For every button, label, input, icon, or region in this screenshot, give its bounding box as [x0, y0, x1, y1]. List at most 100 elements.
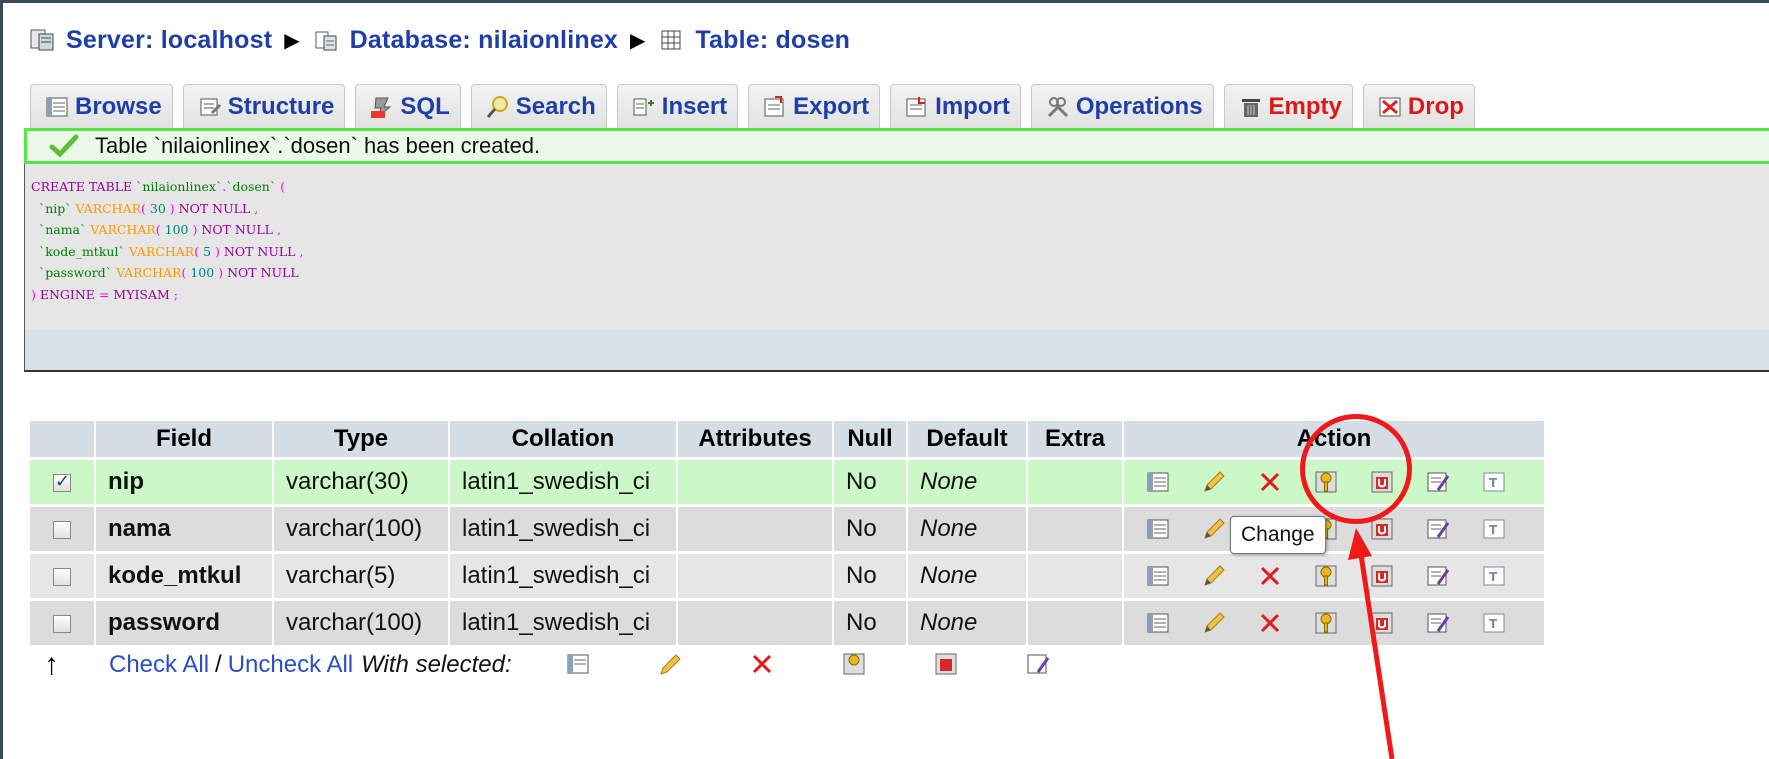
field-default: None	[908, 507, 1026, 551]
sql-token: ,	[254, 200, 259, 216]
tab-label: Import	[935, 92, 1010, 120]
unique-icon[interactable]	[1354, 556, 1410, 596]
sql-query-box: CREATE TABLE `nilaionlinex`.`dosen` ( `n…	[24, 164, 1769, 372]
tab-browse[interactable]: Browse	[30, 84, 173, 128]
arrow-up-icon: ↑	[44, 648, 59, 681]
delete-x-icon[interactable]	[1242, 603, 1298, 643]
fulltext-icon[interactable]: T	[1466, 509, 1522, 549]
annotation-circle	[1300, 414, 1412, 524]
sql-token: VARCHAR	[90, 222, 156, 237]
field-collation: latin1_swedish_ci	[450, 601, 676, 645]
field-null: No	[834, 460, 906, 504]
fulltext-icon[interactable]: T	[1466, 556, 1522, 596]
field-null: No	[834, 507, 906, 551]
index-icon[interactable]	[1410, 556, 1466, 596]
svg-text:T: T	[1489, 617, 1498, 631]
browse-distinct-icon[interactable]	[1130, 462, 1186, 502]
sql-token: 100	[164, 222, 189, 237]
sql-token: (	[181, 265, 187, 280]
index-icon[interactable]	[1410, 509, 1466, 549]
svg-text:T: T	[1489, 476, 1498, 490]
tab-structure[interactable]: Structure	[182, 84, 346, 128]
tab-label: Structure	[227, 92, 335, 120]
edit-pencil-icon[interactable]	[1186, 462, 1242, 502]
tab-export[interactable]: Export	[748, 84, 881, 128]
notice-message: Table `nilaionlinex`.`dosen` has been cr…	[95, 133, 541, 158]
field-extra	[1028, 554, 1122, 598]
sql-token: =	[98, 286, 110, 302]
header-null: Null	[834, 421, 906, 457]
index-icon[interactable]	[1410, 462, 1466, 502]
edit-pencil-icon[interactable]	[1186, 556, 1242, 596]
bulk-delete-x-icon[interactable]	[716, 652, 808, 678]
field-attributes	[678, 554, 832, 598]
sql-token: )	[215, 243, 220, 259]
primary-key-icon[interactable]	[1298, 556, 1354, 596]
browse-distinct-icon[interactable]	[1130, 509, 1186, 549]
field-type: varchar(100)	[274, 601, 448, 645]
header-field: Field	[96, 421, 272, 457]
breadcrumb: Server: localhost ▶ Database: nilaionlin…	[30, 18, 850, 62]
sql-token: NOT NULL	[227, 265, 299, 280]
edit-pencil-icon[interactable]	[1186, 603, 1242, 643]
tab-drop[interactable]: Drop	[1362, 84, 1475, 128]
header-collation: Collation	[450, 421, 676, 457]
row-checkbox-cell	[30, 460, 94, 504]
tab-label: Export	[793, 92, 870, 120]
index-icon[interactable]	[1410, 603, 1466, 643]
field-type: varchar(5)	[274, 554, 448, 598]
bulk-primary-key-icon[interactable]	[808, 652, 900, 678]
sql-token: (	[194, 243, 200, 259]
fulltext-icon[interactable]: T	[1466, 462, 1522, 502]
sql-token: NOT NULL	[201, 222, 273, 237]
bulk-unique-icon[interactable]	[900, 652, 992, 678]
field-name: nip	[96, 460, 272, 504]
bulk-browse-icon[interactable]	[532, 652, 624, 678]
field-null: No	[834, 601, 906, 645]
delete-x-icon[interactable]	[1242, 556, 1298, 596]
field-collation: latin1_swedish_ci	[450, 554, 676, 598]
tab-sql[interactable]: SQL	[355, 84, 461, 128]
svg-text:T: T	[1489, 570, 1498, 584]
sql-token: )	[31, 286, 36, 302]
sql-token: )	[192, 222, 198, 237]
row-checkbox[interactable]	[53, 520, 71, 539]
bulk-edit-pencil-icon[interactable]	[624, 652, 716, 678]
row-checkbox[interactable]	[53, 614, 71, 633]
check-icon	[49, 134, 79, 158]
breadcrumb-database-link[interactable]: Database: nilaionlinex	[350, 26, 618, 55]
header-checkbox-col	[30, 421, 94, 457]
check-all-link[interactable]: Check All	[109, 651, 209, 679]
sql-token: (	[141, 200, 146, 216]
field-default: None	[908, 460, 1026, 504]
row-checkbox[interactable]	[53, 567, 71, 586]
browse-distinct-icon[interactable]	[1130, 603, 1186, 643]
sql-token: NOT NULL	[178, 200, 251, 216]
breadcrumb-table-link[interactable]: Table: dosen	[695, 26, 850, 55]
tab-import[interactable]: Import	[890, 84, 1021, 128]
field-null: No	[834, 554, 906, 598]
tab-operations[interactable]: Operations	[1030, 84, 1214, 128]
sql-token: 30	[149, 200, 166, 216]
row-checkbox[interactable]	[53, 471, 71, 492]
breadcrumb-server-link[interactable]: Server: localhost	[66, 26, 272, 55]
tab-empty[interactable]: Empty	[1223, 84, 1353, 128]
tab-search[interactable]: Search	[470, 84, 607, 128]
unique-icon[interactable]	[1354, 603, 1410, 643]
browse-distinct-icon[interactable]	[1130, 556, 1186, 596]
bulk-index-icon[interactable]	[992, 652, 1084, 678]
uncheck-all-link[interactable]: Uncheck All	[228, 651, 353, 679]
sql-token: 5	[203, 243, 212, 259]
sql-token: VARCHAR	[75, 200, 142, 216]
tab-insert[interactable]: Insert	[616, 84, 739, 128]
sql-token: )	[218, 265, 224, 280]
search-icon	[486, 95, 510, 119]
field-default: None	[908, 601, 1026, 645]
fulltext-icon[interactable]: T	[1466, 603, 1522, 643]
primary-key-icon[interactable]	[1298, 603, 1354, 643]
operations-icon	[1046, 95, 1070, 119]
import-icon	[905, 95, 929, 119]
breadcrumb-separator-icon: ▶	[630, 29, 646, 52]
sql-token: ENGINE	[39, 286, 95, 302]
delete-x-icon[interactable]	[1242, 462, 1298, 502]
